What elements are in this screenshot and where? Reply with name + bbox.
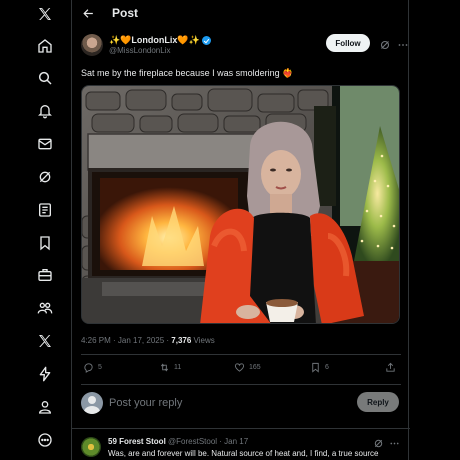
commenter-avatar[interactable] <box>81 437 101 457</box>
more-icon[interactable] <box>32 427 58 453</box>
lists-icon[interactable] <box>32 197 58 223</box>
bookmark-action[interactable]: 6 <box>310 362 329 373</box>
view-count: 7,376 <box>171 336 192 345</box>
grok-icon[interactable] <box>32 164 58 190</box>
grok-explain-icon[interactable] <box>379 38 391 50</box>
messages-icon[interactable] <box>32 131 58 157</box>
reply-composer: Reply <box>81 391 401 415</box>
reply-post[interactable]: 59 Forest Stool @ForestStool · Jan 17 Wa… <box>81 434 401 460</box>
reply-input[interactable] <box>109 396 339 410</box>
divider <box>81 384 401 385</box>
current-user-avatar[interactable] <box>81 392 103 414</box>
premium-icon[interactable] <box>32 328 58 354</box>
bookmark-icon <box>312 362 319 373</box>
search-icon[interactable] <box>32 65 58 91</box>
reply-action[interactable]: 5 <box>83 362 102 373</box>
post-timestamp[interactable]: 4:26 PM · Jan 17, 2025 · 7,376 Views <box>81 336 215 345</box>
profile-icon[interactable] <box>32 394 58 420</box>
grok-explain-icon[interactable] <box>373 436 384 448</box>
jobs-icon[interactable] <box>32 262 58 288</box>
share-action[interactable] <box>385 362 396 373</box>
bookmark-count: 6 <box>325 364 329 371</box>
author-name-row[interactable]: ✨🧡LondonLix🧡✨ <box>109 35 211 46</box>
post-more-icon[interactable] <box>397 38 409 50</box>
commenter-meta: @ForestStool · Jan 17 <box>168 437 248 446</box>
back-arrow-icon[interactable] <box>78 3 98 23</box>
post-time[interactable]: 4:26 PM · Jan 17, 2025 · <box>81 336 171 345</box>
repost-icon <box>160 363 169 372</box>
x-logo-icon[interactable] <box>32 1 58 27</box>
commenter-name[interactable]: 59 Forest Stool <box>108 437 166 446</box>
communities-icon[interactable] <box>32 295 58 321</box>
follow-button[interactable]: Follow <box>326 34 370 52</box>
reply-icon <box>84 363 93 373</box>
verified-badge-icon <box>201 36 211 45</box>
repost-count: 11 <box>174 364 182 371</box>
post-text: Sat me by the fireplace because I was sm… <box>81 68 294 78</box>
bookmarks-icon[interactable] <box>32 230 58 256</box>
author-display-name[interactable]: ✨🧡LondonLix🧡✨ <box>109 35 200 46</box>
divider <box>81 354 401 355</box>
like-count: 165 <box>249 364 261 371</box>
repost-action[interactable]: 11 <box>159 362 181 373</box>
heart-icon <box>234 363 245 372</box>
left-nav <box>0 0 72 460</box>
comment-text: Was, are and forever will be. Natural so… <box>108 449 379 458</box>
post-author: ✨🧡LondonLix🧡✨ @MissLondonLix Follow <box>81 34 408 58</box>
page-title: Post <box>112 6 139 20</box>
verified-orgs-icon[interactable] <box>32 361 58 387</box>
author-handle[interactable]: @MissLondonLix <box>109 46 170 55</box>
home-icon[interactable] <box>32 33 58 59</box>
notifications-icon[interactable] <box>32 98 58 124</box>
like-action[interactable]: 165 <box>234 362 261 373</box>
commenter-name-row: 59 Forest Stool @ForestStool · Jan 17 <box>108 437 248 446</box>
post-header: Post <box>72 0 410 26</box>
views-label: Views <box>191 336 215 345</box>
post-detail-column: Post ✨🧡LondonLix🧡✨ @MissLondonLix Follow… <box>71 0 410 460</box>
divider <box>72 428 410 429</box>
post-actions: 5 11 165 6 <box>72 362 410 376</box>
author-avatar[interactable] <box>81 34 103 56</box>
share-icon <box>386 362 395 372</box>
photo-fireplace <box>82 86 399 323</box>
commenter-handle[interactable]: @ForestStool <box>168 437 217 446</box>
reply-count: 5 <box>98 364 102 371</box>
comment-date[interactable]: · Jan 17 <box>217 437 248 446</box>
post-media-image[interactable] <box>81 85 400 324</box>
comment-more-icon[interactable] <box>389 436 400 447</box>
reply-button[interactable]: Reply <box>357 392 399 412</box>
